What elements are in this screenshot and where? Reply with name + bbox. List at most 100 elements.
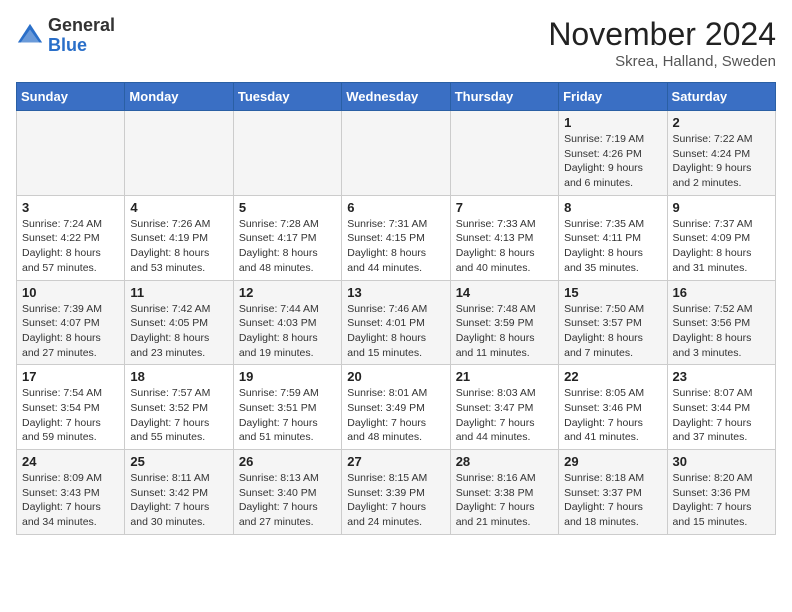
logo-blue: Blue	[48, 36, 115, 56]
day-info: Sunrise: 7:50 AM Sunset: 3:57 PM Dayligh…	[564, 302, 661, 361]
week-row-0: 1Sunrise: 7:19 AM Sunset: 4:26 PM Daylig…	[17, 111, 776, 196]
day-cell: 3 Sunrise: 7:24 AM Sunset: 4:22 PM Daylig…	[17, 195, 125, 280]
calendar-table: SundayMondayTuesdayWednesdayThursdayFrid…	[16, 82, 776, 535]
day-info: Sunrise: 8:13 AM Sunset: 3:40 PM Dayligh…	[239, 471, 336, 530]
day-number: 13	[347, 285, 444, 300]
day-info: Sunrise: 7:54 AM Sunset: 3:54 PM Dayligh…	[22, 386, 119, 445]
day-number: 21	[456, 369, 553, 384]
day-info: Sunrise: 7:35 AM Sunset: 4:11 PM Dayligh…	[564, 217, 661, 276]
day-number: 27	[347, 454, 444, 469]
day-number: 16	[673, 285, 770, 300]
day-info: Sunrise: 7:52 AM Sunset: 3:56 PM Dayligh…	[673, 302, 770, 361]
day-cell	[125, 111, 233, 196]
day-number: 4	[130, 200, 227, 215]
day-info: Sunrise: 7:22 AM Sunset: 4:24 PM Dayligh…	[673, 132, 770, 191]
day-info: Sunrise: 8:01 AM Sunset: 3:49 PM Dayligh…	[347, 386, 444, 445]
day-number: 22	[564, 369, 661, 384]
day-cell: 1Sunrise: 7:19 AM Sunset: 4:26 PM Daylig…	[559, 111, 667, 196]
logo-general: General	[48, 16, 115, 36]
day-number: 17	[22, 369, 119, 384]
day-number: 3	[22, 200, 119, 215]
day-cell: 10Sunrise: 7:39 AM Sunset: 4:07 PM Dayli…	[17, 280, 125, 365]
day-cell: 9 Sunrise: 7:37 AM Sunset: 4:09 PM Daylig…	[667, 195, 775, 280]
day-cell: 22Sunrise: 8:05 AM Sunset: 3:46 PM Dayli…	[559, 365, 667, 450]
week-row-1: 3 Sunrise: 7:24 AM Sunset: 4:22 PM Daylig…	[17, 195, 776, 280]
day-info: Sunrise: 7:57 AM Sunset: 3:52 PM Dayligh…	[130, 386, 227, 445]
week-row-2: 10Sunrise: 7:39 AM Sunset: 4:07 PM Dayli…	[17, 280, 776, 365]
day-cell: 30 Sunrise: 8:20 AM Sunset: 3:36 PM Dayli…	[667, 450, 775, 535]
title-area: November 2024 Skrea, Halland, Sweden	[548, 16, 776, 70]
day-number: 25	[130, 454, 227, 469]
day-cell: 20 Sunrise: 8:01 AM Sunset: 3:49 PM Dayli…	[342, 365, 450, 450]
day-number: 30	[673, 454, 770, 469]
day-info: Sunrise: 8:15 AM Sunset: 3:39 PM Dayligh…	[347, 471, 444, 530]
day-info: Sunrise: 8:09 AM Sunset: 3:43 PM Dayligh…	[22, 471, 119, 530]
location: Skrea, Halland, Sweden	[548, 53, 776, 70]
day-info: Sunrise: 8:11 AM Sunset: 3:42 PM Dayligh…	[130, 471, 227, 530]
day-cell	[233, 111, 341, 196]
day-cell: 28 Sunrise: 8:16 AM Sunset: 3:38 PM Dayli…	[450, 450, 558, 535]
day-info: Sunrise: 7:42 AM Sunset: 4:05 PM Dayligh…	[130, 302, 227, 361]
day-info: Sunrise: 8:18 AM Sunset: 3:37 PM Dayligh…	[564, 471, 661, 530]
day-number: 12	[239, 285, 336, 300]
day-number: 9	[673, 200, 770, 215]
day-number: 18	[130, 369, 227, 384]
day-number: 28	[456, 454, 553, 469]
day-cell	[450, 111, 558, 196]
day-cell	[17, 111, 125, 196]
day-number: 8	[564, 200, 661, 215]
week-row-4: 24 Sunrise: 8:09 AM Sunset: 3:43 PM Dayli…	[17, 450, 776, 535]
day-cell: 19 Sunrise: 7:59 AM Sunset: 3:51 PM Dayli…	[233, 365, 341, 450]
day-cell: 23Sunrise: 8:07 AM Sunset: 3:44 PM Dayli…	[667, 365, 775, 450]
day-number: 19	[239, 369, 336, 384]
day-cell: 11Sunrise: 7:42 AM Sunset: 4:05 PM Dayli…	[125, 280, 233, 365]
day-number: 24	[22, 454, 119, 469]
day-info: Sunrise: 7:19 AM Sunset: 4:26 PM Dayligh…	[564, 132, 661, 191]
day-info: Sunrise: 7:28 AM Sunset: 4:17 PM Dayligh…	[239, 217, 336, 276]
day-info: Sunrise: 7:31 AM Sunset: 4:15 PM Dayligh…	[347, 217, 444, 276]
day-info: Sunrise: 7:24 AM Sunset: 4:22 PM Dayligh…	[22, 217, 119, 276]
day-info: Sunrise: 8:16 AM Sunset: 3:38 PM Dayligh…	[456, 471, 553, 530]
day-info: Sunrise: 7:46 AM Sunset: 4:01 PM Dayligh…	[347, 302, 444, 361]
day-cell: 12Sunrise: 7:44 AM Sunset: 4:03 PM Dayli…	[233, 280, 341, 365]
day-info: Sunrise: 7:39 AM Sunset: 4:07 PM Dayligh…	[22, 302, 119, 361]
week-row-3: 17 Sunrise: 7:54 AM Sunset: 3:54 PM Dayli…	[17, 365, 776, 450]
day-info: Sunrise: 8:20 AM Sunset: 3:36 PM Dayligh…	[673, 471, 770, 530]
day-info: Sunrise: 7:59 AM Sunset: 3:51 PM Dayligh…	[239, 386, 336, 445]
day-cell	[342, 111, 450, 196]
page-header: General Blue November 2024 Skrea, Hallan…	[16, 16, 776, 70]
day-cell: 29 Sunrise: 8:18 AM Sunset: 3:37 PM Dayli…	[559, 450, 667, 535]
day-cell: 25 Sunrise: 8:11 AM Sunset: 3:42 PM Dayli…	[125, 450, 233, 535]
day-cell: 26 Sunrise: 8:13 AM Sunset: 3:40 PM Dayli…	[233, 450, 341, 535]
day-number: 20	[347, 369, 444, 384]
day-info: Sunrise: 8:03 AM Sunset: 3:47 PM Dayligh…	[456, 386, 553, 445]
day-number: 7	[456, 200, 553, 215]
header-wednesday: Wednesday	[342, 83, 450, 111]
day-info: Sunrise: 7:48 AM Sunset: 3:59 PM Dayligh…	[456, 302, 553, 361]
day-cell: 27 Sunrise: 8:15 AM Sunset: 3:39 PM Dayli…	[342, 450, 450, 535]
day-number: 26	[239, 454, 336, 469]
day-number: 29	[564, 454, 661, 469]
day-number: 15	[564, 285, 661, 300]
header-monday: Monday	[125, 83, 233, 111]
day-cell: 17 Sunrise: 7:54 AM Sunset: 3:54 PM Dayli…	[17, 365, 125, 450]
logo: General Blue	[16, 16, 115, 56]
day-cell: 5Sunrise: 7:28 AM Sunset: 4:17 PM Daylig…	[233, 195, 341, 280]
day-info: Sunrise: 7:26 AM Sunset: 4:19 PM Dayligh…	[130, 217, 227, 276]
header-friday: Friday	[559, 83, 667, 111]
header-tuesday: Tuesday	[233, 83, 341, 111]
day-cell: 7 Sunrise: 7:33 AM Sunset: 4:13 PM Daylig…	[450, 195, 558, 280]
day-number: 2	[673, 115, 770, 130]
header-row: SundayMondayTuesdayWednesdayThursdayFrid…	[17, 83, 776, 111]
header-thursday: Thursday	[450, 83, 558, 111]
day-cell: 8 Sunrise: 7:35 AM Sunset: 4:11 PM Daylig…	[559, 195, 667, 280]
day-info: Sunrise: 7:33 AM Sunset: 4:13 PM Dayligh…	[456, 217, 553, 276]
day-info: Sunrise: 7:37 AM Sunset: 4:09 PM Dayligh…	[673, 217, 770, 276]
day-cell: 15 Sunrise: 7:50 AM Sunset: 3:57 PM Dayli…	[559, 280, 667, 365]
day-cell: 2 Sunrise: 7:22 AM Sunset: 4:24 PM Daylig…	[667, 111, 775, 196]
day-cell: 4 Sunrise: 7:26 AM Sunset: 4:19 PM Daylig…	[125, 195, 233, 280]
day-cell: 24 Sunrise: 8:09 AM Sunset: 3:43 PM Dayli…	[17, 450, 125, 535]
month-title: November 2024	[548, 16, 776, 53]
day-cell: 18 Sunrise: 7:57 AM Sunset: 3:52 PM Dayli…	[125, 365, 233, 450]
header-saturday: Saturday	[667, 83, 775, 111]
